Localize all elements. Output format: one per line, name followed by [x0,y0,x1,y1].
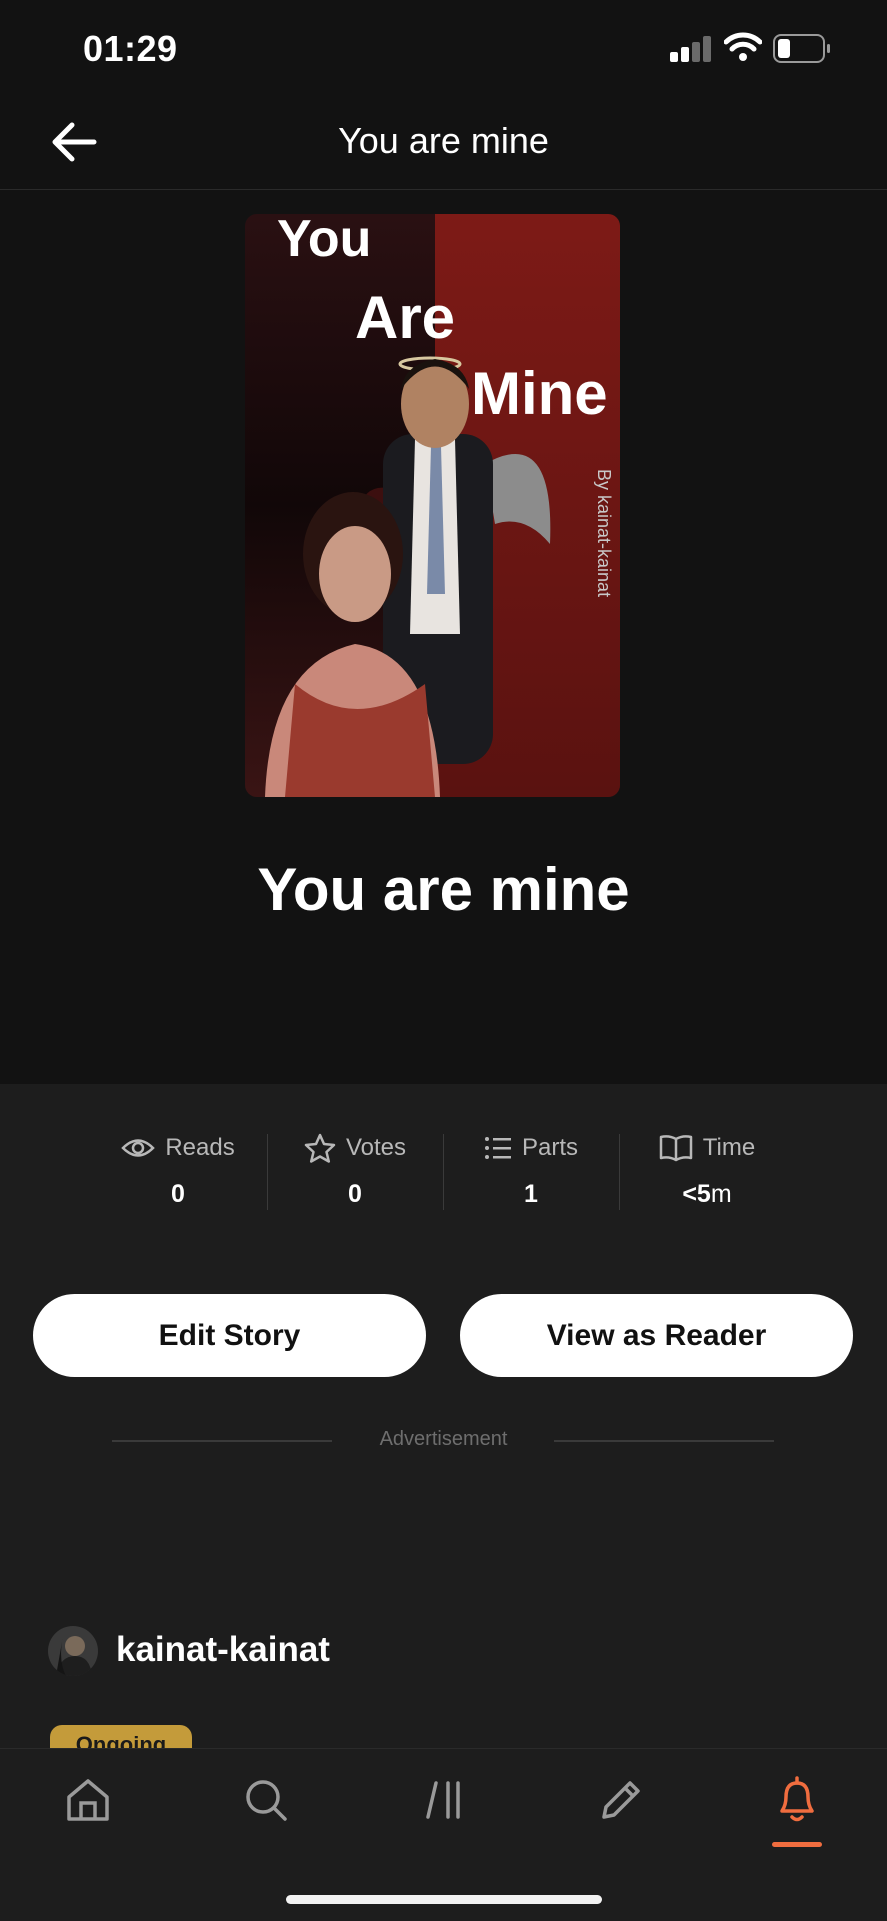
story-cover-image[interactable]: You Are Mine By kainat-kainat [245,214,620,797]
view-as-reader-button[interactable]: View as Reader [460,1294,853,1377]
book-icon [659,1135,693,1162]
home-indicator[interactable] [286,1895,602,1904]
header-divider [0,189,887,190]
cover-byline: By kainat-kainat [594,469,614,597]
nav-library[interactable] [405,1770,485,1830]
battery-icon [773,34,831,69]
list-icon [484,1137,511,1159]
author-name[interactable]: kainat-kainat [116,1630,330,1670]
stat-time: Time <5m [619,1128,795,1214]
stat-parts: Parts 1 [443,1128,619,1214]
stat-time-value: <5m [682,1180,732,1208]
signal-icon [670,36,712,67]
cover-title-line3: Mine [471,360,608,427]
write-icon [602,1781,640,1819]
stat-reads: Reads 0 [90,1128,266,1214]
story-title: You are mine [257,856,630,923]
stat-time-label: Time [702,1134,756,1161]
ad-divider-right [554,1440,774,1442]
active-tab-indicator [772,1842,822,1847]
page-title: You are mine [338,120,549,161]
nav-notifications[interactable] [757,1770,837,1830]
notifications-icon [780,1776,814,1822]
search-icon [246,1780,287,1821]
home-icon [67,1779,109,1821]
stat-parts-label: Parts [521,1134,578,1161]
nav-write[interactable] [581,1770,661,1830]
stat-votes-label: Votes [345,1134,407,1161]
author-avatar[interactable] [48,1626,98,1676]
stat-votes: Votes 0 [267,1128,443,1214]
nav-home[interactable] [48,1770,128,1830]
star-icon [304,1133,336,1163]
stat-reads-label: Reads [165,1134,235,1161]
cover-title-line1: You [277,214,371,268]
stat-reads-value: 0 [171,1180,185,1208]
library-icon [426,1781,460,1819]
cover-title-line2: Are [355,284,455,351]
eye-icon [121,1139,156,1157]
edit-story-button[interactable]: Edit Story [33,1294,426,1377]
stat-parts-value: 1 [524,1180,538,1208]
nav-search[interactable] [226,1770,306,1830]
stat-votes-value: 0 [348,1180,362,1208]
status-time: 01:29 [83,28,178,69]
wifi-icon [723,32,763,67]
